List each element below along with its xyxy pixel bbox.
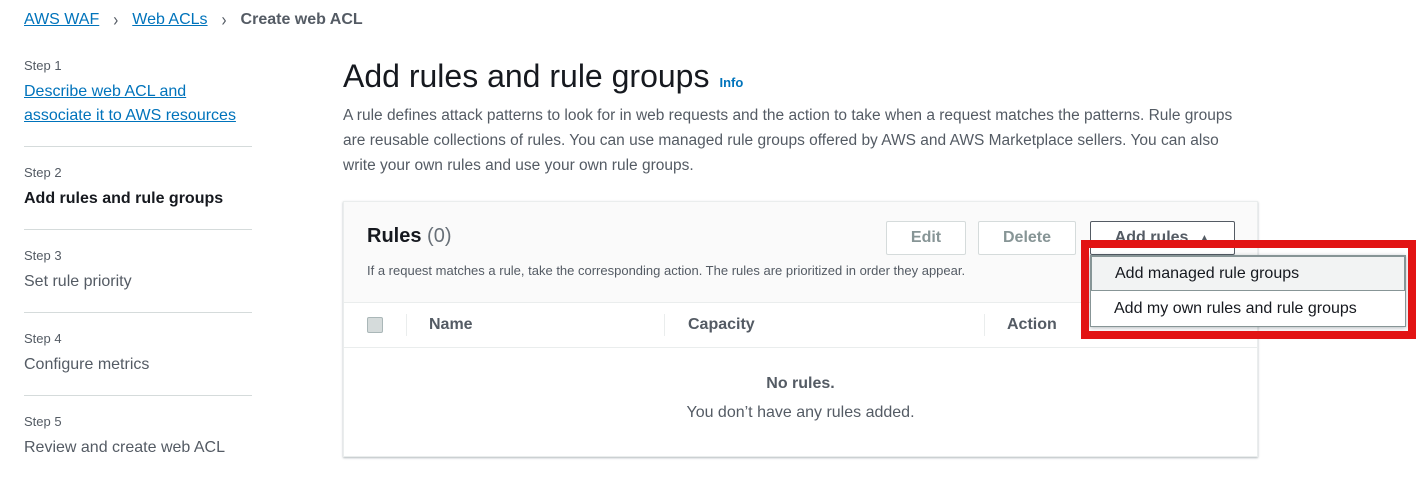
wizard-step-1: Step 1 Describe web ACL and associate it… xyxy=(24,58,252,147)
page-description: A rule defines attack patterns to look f… xyxy=(343,107,1233,174)
column-header-action[interactable]: Action xyxy=(1007,316,1057,334)
step-number: Step 4 xyxy=(24,331,62,346)
step-label: Review and create web ACL xyxy=(24,439,225,456)
step-label: Configure metrics xyxy=(24,356,150,373)
info-link[interactable]: Info xyxy=(719,75,743,90)
edit-button[interactable]: Edit xyxy=(886,221,966,255)
empty-state: No rules. You don’t have any rules added… xyxy=(344,348,1257,427)
breadcrumb-aws-waf[interactable]: AWS WAF xyxy=(24,11,99,29)
wizard-step-2: Step 2 Add rules and rule groups xyxy=(24,165,252,230)
add-rules-button[interactable]: Add rules ▲ xyxy=(1090,221,1235,255)
wizard-steps: Step 1 Describe web ACL and associate it… xyxy=(24,58,252,496)
rules-title-text: Rules xyxy=(367,225,422,247)
rules-title: Rules (0) xyxy=(367,225,451,248)
column-divider xyxy=(984,314,985,336)
caret-up-icon: ▲ xyxy=(1198,231,1211,245)
empty-text: You don’t have any rules added. xyxy=(686,404,915,421)
empty-title: No rules. xyxy=(766,375,835,392)
rules-subtitle: If a request matches a rule, take the co… xyxy=(367,263,966,278)
select-all-checkbox[interactable] xyxy=(367,317,383,333)
column-header-capacity[interactable]: Capacity xyxy=(688,316,755,334)
breadcrumb-web-acls[interactable]: Web ACLs xyxy=(132,11,207,29)
menu-item-add-own-rules[interactable]: Add my own rules and rule groups xyxy=(1091,291,1405,326)
main-content: Add rules and rule groups Info A rule de… xyxy=(343,58,1258,178)
step-link-describe-web-acl[interactable]: Describe web ACL and associate it to AWS… xyxy=(24,80,252,128)
breadcrumb-current: Create web ACL xyxy=(240,11,363,28)
breadcrumb-separator-icon: › xyxy=(113,9,119,31)
step-number: Step 1 xyxy=(24,58,62,73)
breadcrumb: AWS WAF › Web ACLs › Create web ACL xyxy=(24,9,363,31)
step-label-current: Add rules and rule groups xyxy=(24,190,224,207)
column-header-name[interactable]: Name xyxy=(429,316,473,334)
rules-panel: Rules (0) If a request matches a rule, t… xyxy=(343,201,1258,457)
delete-button[interactable]: Delete xyxy=(978,221,1076,255)
menu-item-add-managed-rule-groups[interactable]: Add managed rule groups xyxy=(1091,256,1405,291)
step-number: Step 2 xyxy=(24,165,62,180)
wizard-step-3: Step 3 Set rule priority xyxy=(24,248,252,313)
wizard-step-5: Step 5 Review and create web ACL xyxy=(24,414,252,478)
page-title: Add rules and rule groups xyxy=(343,58,710,94)
step-number: Step 3 xyxy=(24,248,62,263)
rules-count: (0) xyxy=(427,225,452,247)
step-number: Step 5 xyxy=(24,414,62,429)
add-rules-label: Add rules xyxy=(1114,229,1189,246)
title-row: Add rules and rule groups Info xyxy=(343,58,1258,95)
step-label: Set rule priority xyxy=(24,273,132,290)
column-divider xyxy=(664,314,665,336)
add-rules-dropdown: Add managed rule groups Add my own rules… xyxy=(1090,255,1406,327)
column-divider xyxy=(406,314,407,336)
breadcrumb-separator-icon: › xyxy=(221,9,227,31)
wizard-step-4: Step 4 Configure metrics xyxy=(24,331,252,396)
